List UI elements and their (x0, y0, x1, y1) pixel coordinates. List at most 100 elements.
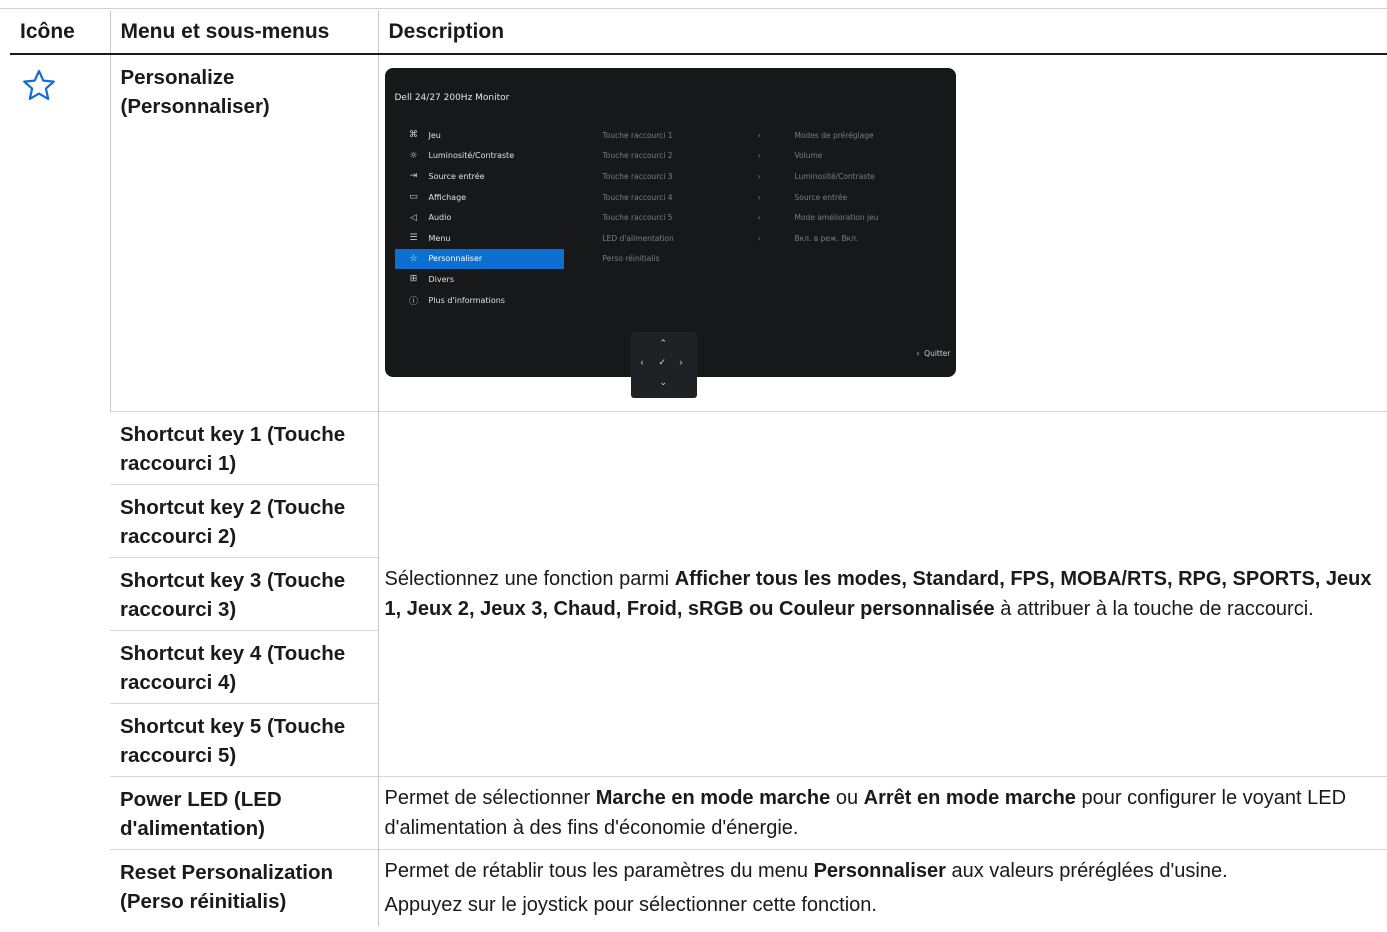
header-menu: Menu et sous-menus (109, 11, 378, 55)
header-icon: Icône (10, 11, 110, 55)
osd-submenu-item: Touche raccourci 5 › (603, 207, 773, 228)
chevron-right-icon: › (757, 233, 761, 243)
menu-table: Icône Menu et sous-menus Description Per… (10, 11, 1387, 926)
osd-submenu-label: Touche raccourci 1 (602, 130, 673, 140)
chevron-right-icon: › (757, 171, 761, 181)
osd-menu-label: Affichage (428, 192, 467, 202)
osd-submenu-item: Touche raccourci 4 › (603, 187, 773, 208)
star-icon (10, 55, 110, 101)
desc-text: ou (830, 786, 864, 809)
star-icon: ☆ (409, 253, 418, 264)
osd-menu-label: Audio (428, 213, 452, 223)
desc-text: aux valeurs préréglées d'usine. (945, 859, 1228, 882)
osd-menu-item: ⇥ Source entrée (395, 166, 564, 187)
description-reset: Permet de rétablir tous les paramètres d… (377, 848, 1387, 926)
description-shortcut-keys: Sélectionnez une fonction parmi Afficher… (377, 410, 1387, 776)
desc-option-off: Arrêt en mode marche (863, 786, 1076, 809)
submenu-shortcut-key-1: Shortcut key 1 (Touche raccourci 1) (110, 410, 378, 484)
osd-value: Вкл. в реж. Вкл. (794, 233, 859, 243)
osd-submenu-item: Touche raccourci 3 › (603, 166, 773, 187)
chevron-up-icon: ⌃ (659, 338, 668, 348)
submenu-personalize: Personalize (Personnaliser) (109, 53, 378, 411)
osd-main-menu: ⌘ Jeu ☼ Luminosité/Contraste ⇥ Source entrée ▭… (394, 125, 564, 311)
submenu-shortcut-key-2: Shortcut key 2 (Touche raccourci 2) (110, 483, 378, 557)
info-icon: ⓘ (408, 296, 418, 307)
submenu-shortcut-key-5: Shortcut key 5 (Touche raccourci 5) (110, 702, 378, 776)
osd-menu-item: ◁ Audio (395, 207, 564, 228)
osd-menu-label: Luminosité/Contraste (428, 151, 515, 161)
desc-line-1: Permet de rétablir tous les paramètres d… (385, 856, 1382, 886)
osd-menu-item: ⊞ Divers (395, 269, 564, 290)
osd-menu-item: ⓘ Plus d'informations (395, 290, 564, 311)
osd-screenshot: Dell 24/27 200Hz Monitor ⌘ Jeu ☼ Luminosité… (384, 68, 956, 377)
joystick-guide: ⌃ ‹ ✓ › ⌄ (630, 332, 697, 398)
osd-menu-label: Jeu (428, 130, 441, 140)
display-icon: ▭ (409, 192, 418, 203)
desc-text: Sélectionnez une fonction parmi (384, 567, 675, 590)
osd-submenu-item: Touche raccourci 1 › (603, 125, 773, 146)
desc-text: à attribuer à la touche de raccourci. (994, 597, 1314, 620)
osd-exit-label: Quitter (924, 349, 951, 358)
osd-submenu-label: Touche raccourci 2 (602, 151, 673, 161)
table-row: Shortcut key 1 (Touche raccourci 1) Séle… (10, 410, 1387, 776)
osd-submenu-item: Touche raccourci 2 › (603, 146, 773, 167)
osd-screenshot-cell: Dell 24/27 200Hz Monitor ⌘ Jeu ☼ Luminosité… (377, 53, 1387, 411)
chevron-right-icon: › (757, 130, 761, 140)
osd-value: Mode amélioration jeu (794, 213, 879, 223)
osd-submenu-label: Perso réinitialis (602, 254, 660, 264)
osd-submenu-label: Touche raccourci 4 (602, 192, 673, 202)
chevron-right-icon: › (757, 192, 761, 202)
brightness-icon: ☼ (409, 150, 418, 161)
osd-menu-item: ☆ Personnaliser (394, 248, 564, 270)
chevron-right-icon: › (679, 357, 683, 367)
osd-exit: ‹ Quitter (916, 349, 950, 358)
chevron-left-icon: ‹ (640, 357, 644, 367)
osd-menu-label: Personnaliser (428, 254, 483, 264)
check-icon: ✓ (658, 357, 667, 367)
table-row: Power LED (LED d'alimentation) Permet de… (10, 775, 1387, 849)
osd-value: Modes de préréglage (794, 130, 874, 140)
gamepad-icon: ⌘ (409, 130, 418, 141)
osd-submenu-label: LED d'alimentation (602, 233, 674, 243)
osd-menu-item: ☼ Luminosité/Contraste (395, 146, 564, 167)
osd-submenu-label: Touche raccourci 5 (602, 213, 673, 223)
submenu-power-led: Power LED (LED d'alimentation) (110, 775, 378, 849)
table-row: Personalize (Personnaliser) Dell 24/27 2… (10, 53, 1387, 411)
desc-menu-name: Personnaliser (813, 859, 946, 882)
osd-submenu: Touche raccourci 1 › Touche raccourci 2 › To… (603, 125, 773, 269)
desc-text: Permet de rétablir tous les paramètres d… (384, 859, 814, 882)
osd-menu-label: Plus d'informations (428, 295, 505, 305)
icon-cell (10, 54, 110, 926)
chevron-left-icon: ‹ (916, 349, 920, 358)
osd-menu-label: Menu (428, 233, 451, 243)
table-row: Reset Personalization (Perso réinitialis… (10, 848, 1387, 926)
osd-menu-label: Source entrée (428, 171, 485, 181)
chevron-right-icon: › (757, 151, 761, 161)
osd-title: Dell 24/27 200Hz Monitor (394, 93, 510, 103)
chevron-down-icon: ⌄ (659, 377, 668, 387)
header-description: Description (377, 11, 1387, 55)
submenu-shortcut-key-4: Shortcut key 4 (Touche raccourci 4) (110, 629, 378, 703)
input-source-icon: ⇥ (409, 171, 418, 182)
speaker-icon: ◁ (410, 212, 417, 223)
desc-text: Permet de sélectionner (384, 786, 596, 809)
submenu-reset-personalization: Reset Personalization (Perso réinitialis… (110, 848, 378, 926)
description-power-led: Permet de sélectionner Marche en mode ma… (377, 775, 1387, 849)
osd-submenu-item: Perso réinitialis (603, 249, 773, 270)
osd-value: Volume (794, 151, 823, 161)
osd-menu-item: ☰ Menu (395, 228, 564, 249)
chevron-right-icon: › (757, 213, 761, 223)
osd-menu-label: Divers (428, 274, 455, 284)
submenu-shortcut-key-3: Shortcut key 3 (Touche raccourci 3) (110, 556, 378, 630)
osd-submenu-item: LED d'alimentation › (603, 228, 773, 249)
osd-values: Modes de préréglage Volume Luminosité/Cont… (795, 125, 955, 249)
osd-menu-item: ▭ Affichage (395, 187, 564, 208)
osd-submenu-label: Touche raccourci 3 (602, 171, 673, 181)
osd-menu-item: ⌘ Jeu (395, 125, 564, 146)
table-header-row: Icône Menu et sous-menus Description (10, 11, 1387, 55)
misc-icon: ⊞ (409, 274, 418, 285)
desc-option-on: Marche en mode marche (595, 786, 831, 809)
page-top-rule (0, 8, 1387, 9)
desc-line-2: Appuyez sur le joystick pour sélectionne… (384, 893, 877, 916)
osd-value: Luminosité/Contraste (794, 171, 875, 181)
